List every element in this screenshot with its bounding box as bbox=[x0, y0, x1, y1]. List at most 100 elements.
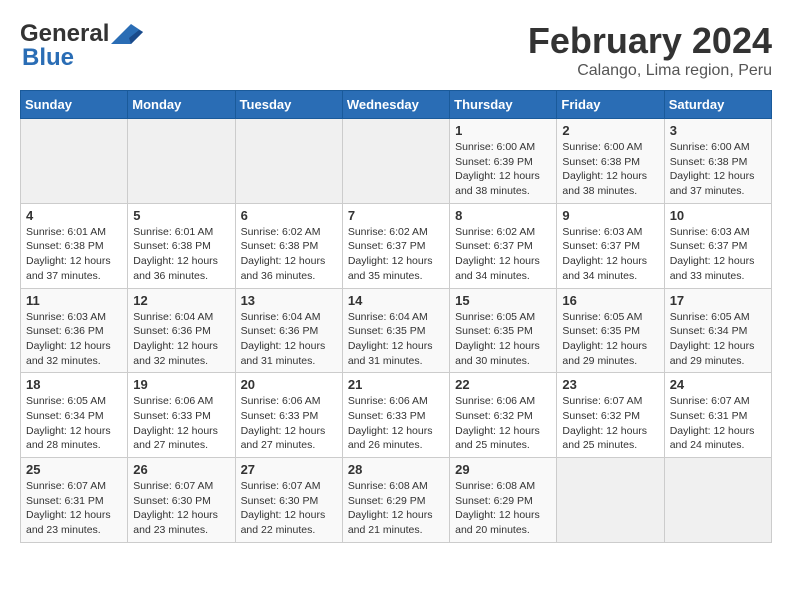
day-info: Sunrise: 6:05 AM Sunset: 6:35 PM Dayligh… bbox=[562, 310, 658, 369]
calendar-week-0: 1 Sunrise: 6:00 AM Sunset: 6:39 PM Daylig… bbox=[21, 119, 772, 204]
day-number: 1 bbox=[455, 123, 551, 138]
day-number: 29 bbox=[455, 462, 551, 477]
calendar-cell: 22Sunrise: 6:06 AM Sunset: 6:32 PM Dayli… bbox=[450, 373, 557, 458]
calendar-cell: 5 Sunrise: 6:01 AM Sunset: 6:38 PM Daylig… bbox=[128, 203, 235, 288]
calendar-cell: 24 Sunrise: 6:07 AM Sunset: 6:31 PM Dayli… bbox=[664, 373, 771, 458]
day-info: Sunrise: 6:04 AM Sunset: 6:36 PM Dayligh… bbox=[133, 310, 229, 369]
day-header-friday: Friday bbox=[557, 91, 664, 119]
calendar-cell: 13 Sunrise: 6:04 AM Sunset: 6:36 PM Dayli… bbox=[235, 288, 342, 373]
day-number: 10 bbox=[670, 208, 766, 223]
calendar-cell bbox=[235, 119, 342, 204]
day-number: 9 bbox=[562, 208, 658, 223]
day-info: Sunrise: 6:01 AM Sunset: 6:38 PM Dayligh… bbox=[133, 225, 229, 284]
day-info: Sunrise: 6:00 AM Sunset: 6:38 PM Dayligh… bbox=[562, 140, 658, 199]
calendar-cell: 8Sunrise: 6:02 AM Sunset: 6:37 PM Daylig… bbox=[450, 203, 557, 288]
day-header-monday: Monday bbox=[128, 91, 235, 119]
calendar-cell: 28 Sunrise: 6:08 AM Sunset: 6:29 PM Dayli… bbox=[342, 458, 449, 543]
day-info: Sunrise: 6:06 AM Sunset: 6:33 PM Dayligh… bbox=[348, 394, 444, 453]
calendar-cell: 27 Sunrise: 6:07 AM Sunset: 6:30 PM Dayli… bbox=[235, 458, 342, 543]
page-subtitle: Calango, Lima region, Peru bbox=[528, 62, 772, 80]
day-number: 3 bbox=[670, 123, 766, 138]
calendar-cell: 20Sunrise: 6:06 AM Sunset: 6:33 PM Dayli… bbox=[235, 373, 342, 458]
calendar-header: SundayMondayTuesdayWednesdayThursdayFrid… bbox=[21, 91, 772, 119]
calendar-cell: 23 Sunrise: 6:07 AM Sunset: 6:32 PM Dayli… bbox=[557, 373, 664, 458]
day-header-tuesday: Tuesday bbox=[235, 91, 342, 119]
calendar-week-4: 25Sunrise: 6:07 AM Sunset: 6:31 PM Dayli… bbox=[21, 458, 772, 543]
day-info: Sunrise: 6:00 AM Sunset: 6:39 PM Dayligh… bbox=[455, 140, 551, 199]
day-info: Sunrise: 6:04 AM Sunset: 6:36 PM Dayligh… bbox=[241, 310, 337, 369]
day-info: Sunrise: 6:00 AM Sunset: 6:38 PM Dayligh… bbox=[670, 140, 766, 199]
day-number: 15 bbox=[455, 293, 551, 308]
day-number: 13 bbox=[241, 293, 337, 308]
logo-icon bbox=[111, 24, 143, 44]
calendar-cell: 9 Sunrise: 6:03 AM Sunset: 6:37 PM Daylig… bbox=[557, 203, 664, 288]
day-info: Sunrise: 6:05 AM Sunset: 6:34 PM Dayligh… bbox=[670, 310, 766, 369]
day-number: 19 bbox=[133, 377, 229, 392]
day-number: 6 bbox=[241, 208, 337, 223]
calendar-cell: 3 Sunrise: 6:00 AM Sunset: 6:38 PM Daylig… bbox=[664, 119, 771, 204]
calendar-cell bbox=[128, 119, 235, 204]
day-number: 12 bbox=[133, 293, 229, 308]
day-info: Sunrise: 6:07 AM Sunset: 6:30 PM Dayligh… bbox=[133, 479, 229, 538]
day-number: 27 bbox=[241, 462, 337, 477]
day-info: Sunrise: 6:05 AM Sunset: 6:34 PM Dayligh… bbox=[26, 394, 122, 453]
calendar-cell: 12 Sunrise: 6:04 AM Sunset: 6:36 PM Dayli… bbox=[128, 288, 235, 373]
day-info: Sunrise: 6:02 AM Sunset: 6:37 PM Dayligh… bbox=[348, 225, 444, 284]
day-header-sunday: Sunday bbox=[21, 91, 128, 119]
day-number: 18 bbox=[26, 377, 122, 392]
calendar-cell: 26 Sunrise: 6:07 AM Sunset: 6:30 PM Dayli… bbox=[128, 458, 235, 543]
calendar-cell: 1 Sunrise: 6:00 AM Sunset: 6:39 PM Daylig… bbox=[450, 119, 557, 204]
calendar-cell: 18 Sunrise: 6:05 AM Sunset: 6:34 PM Dayli… bbox=[21, 373, 128, 458]
day-number: 7 bbox=[348, 208, 444, 223]
calendar-cell: 2 Sunrise: 6:00 AM Sunset: 6:38 PM Daylig… bbox=[557, 119, 664, 204]
day-number: 21 bbox=[348, 377, 444, 392]
calendar-cell: 16Sunrise: 6:05 AM Sunset: 6:35 PM Dayli… bbox=[557, 288, 664, 373]
day-number: 26 bbox=[133, 462, 229, 477]
day-number: 5 bbox=[133, 208, 229, 223]
day-info: Sunrise: 6:06 AM Sunset: 6:32 PM Dayligh… bbox=[455, 394, 551, 453]
day-number: 14 bbox=[348, 293, 444, 308]
day-info: Sunrise: 6:08 AM Sunset: 6:29 PM Dayligh… bbox=[348, 479, 444, 538]
calendar-body: 1 Sunrise: 6:00 AM Sunset: 6:39 PM Daylig… bbox=[21, 119, 772, 543]
calendar-cell bbox=[557, 458, 664, 543]
calendar-cell: 17 Sunrise: 6:05 AM Sunset: 6:34 PM Dayli… bbox=[664, 288, 771, 373]
calendar-cell: 6 Sunrise: 6:02 AM Sunset: 6:38 PM Daylig… bbox=[235, 203, 342, 288]
day-number: 24 bbox=[670, 377, 766, 392]
calendar: SundayMondayTuesdayWednesdayThursdayFrid… bbox=[20, 90, 772, 543]
day-info: Sunrise: 6:07 AM Sunset: 6:32 PM Dayligh… bbox=[562, 394, 658, 453]
calendar-cell: 10Sunrise: 6:03 AM Sunset: 6:37 PM Dayli… bbox=[664, 203, 771, 288]
calendar-cell: 4 Sunrise: 6:01 AM Sunset: 6:38 PM Daylig… bbox=[21, 203, 128, 288]
title-section: February 2024 Calango, Lima region, Peru bbox=[528, 20, 772, 80]
day-info: Sunrise: 6:03 AM Sunset: 6:37 PM Dayligh… bbox=[562, 225, 658, 284]
calendar-cell: 14Sunrise: 6:04 AM Sunset: 6:35 PM Dayli… bbox=[342, 288, 449, 373]
day-number: 25 bbox=[26, 462, 122, 477]
day-number: 11 bbox=[26, 293, 122, 308]
day-number: 28 bbox=[348, 462, 444, 477]
day-info: Sunrise: 6:07 AM Sunset: 6:31 PM Dayligh… bbox=[670, 394, 766, 453]
day-header-wednesday: Wednesday bbox=[342, 91, 449, 119]
logo-blue: Blue bbox=[22, 44, 74, 72]
calendar-cell: 25Sunrise: 6:07 AM Sunset: 6:31 PM Dayli… bbox=[21, 458, 128, 543]
day-info: Sunrise: 6:02 AM Sunset: 6:38 PM Dayligh… bbox=[241, 225, 337, 284]
calendar-cell: 19Sunrise: 6:06 AM Sunset: 6:33 PM Dayli… bbox=[128, 373, 235, 458]
day-number: 4 bbox=[26, 208, 122, 223]
page-title: February 2024 bbox=[528, 20, 772, 62]
calendar-cell: 11Sunrise: 6:03 AM Sunset: 6:36 PM Dayli… bbox=[21, 288, 128, 373]
calendar-cell: 15Sunrise: 6:05 AM Sunset: 6:35 PM Dayli… bbox=[450, 288, 557, 373]
day-info: Sunrise: 6:07 AM Sunset: 6:30 PM Dayligh… bbox=[241, 479, 337, 538]
day-number: 17 bbox=[670, 293, 766, 308]
calendar-cell bbox=[342, 119, 449, 204]
day-number: 23 bbox=[562, 377, 658, 392]
day-number: 8 bbox=[455, 208, 551, 223]
day-number: 2 bbox=[562, 123, 658, 138]
calendar-cell: 21 Sunrise: 6:06 AM Sunset: 6:33 PM Dayli… bbox=[342, 373, 449, 458]
day-info: Sunrise: 6:01 AM Sunset: 6:38 PM Dayligh… bbox=[26, 225, 122, 284]
day-info: Sunrise: 6:08 AM Sunset: 6:29 PM Dayligh… bbox=[455, 479, 551, 538]
calendar-cell bbox=[664, 458, 771, 543]
calendar-week-1: 4 Sunrise: 6:01 AM Sunset: 6:38 PM Daylig… bbox=[21, 203, 772, 288]
calendar-week-2: 11Sunrise: 6:03 AM Sunset: 6:36 PM Dayli… bbox=[21, 288, 772, 373]
logo: General Blue bbox=[20, 20, 143, 72]
calendar-cell: 7 Sunrise: 6:02 AM Sunset: 6:37 PM Daylig… bbox=[342, 203, 449, 288]
day-info: Sunrise: 6:06 AM Sunset: 6:33 PM Dayligh… bbox=[241, 394, 337, 453]
calendar-week-3: 18 Sunrise: 6:05 AM Sunset: 6:34 PM Dayli… bbox=[21, 373, 772, 458]
